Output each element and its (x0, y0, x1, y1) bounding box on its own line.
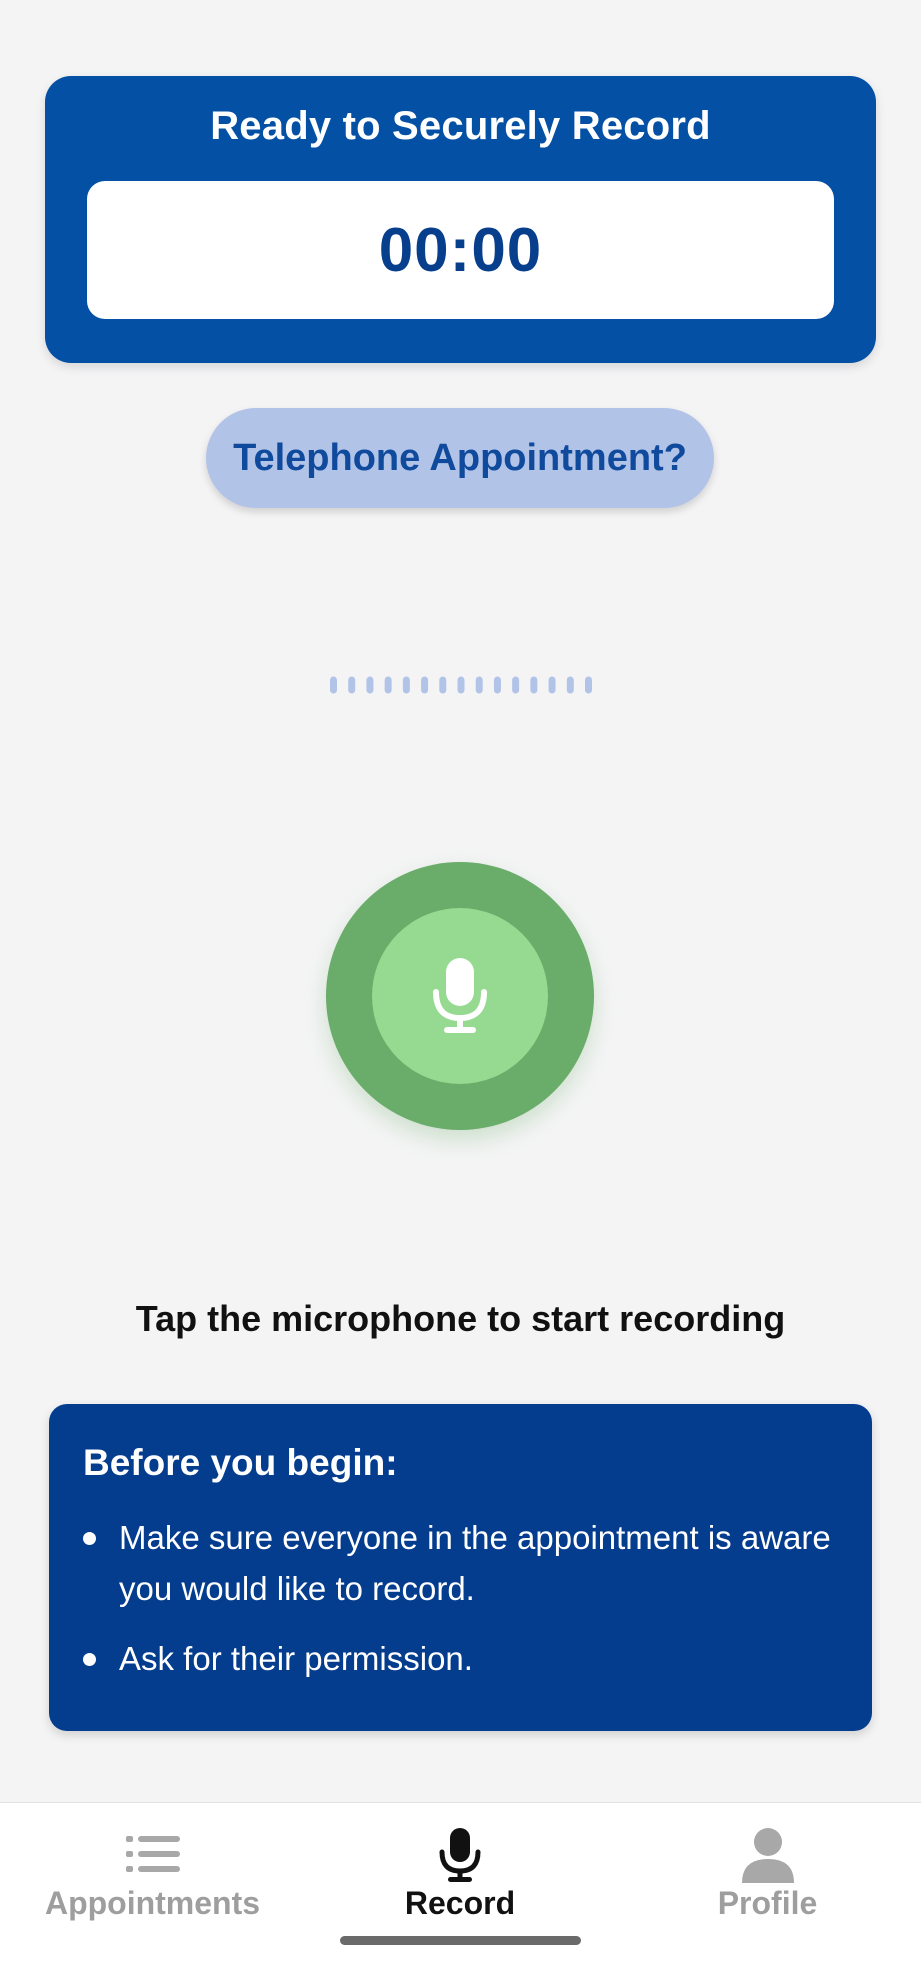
waveform-bar (457, 676, 465, 694)
info-list-item: Ask for their permission. (83, 1633, 853, 1684)
record-microphone-inner (372, 908, 548, 1084)
waveform-bar (366, 676, 374, 694)
waveform-bar (384, 676, 392, 694)
timer-display: 00:00 (87, 181, 834, 319)
waveform-bar (475, 676, 483, 694)
list-icon (125, 1836, 180, 1872)
tab-appointments[interactable]: Appointments (40, 1803, 265, 1943)
waveform-bar (330, 676, 337, 694)
record-microphone-button[interactable] (326, 862, 594, 1130)
tab-profile-label: Profile (717, 1885, 818, 1921)
waveform-bar (566, 676, 574, 694)
info-list: Make sure everyone in the appointment is… (83, 1512, 853, 1703)
waveform-bar (348, 676, 356, 694)
info-list-item: Make sure everyone in the appointment is… (83, 1512, 853, 1614)
info-card-title: Before you begin: (83, 1442, 398, 1483)
waveform-bar (439, 676, 447, 694)
tab-record-label: Record (404, 1885, 516, 1921)
status-title: Ready to Securely Record (210, 104, 711, 148)
home-indicator (340, 1936, 581, 1945)
waveform-bar (548, 676, 556, 694)
tab-record[interactable]: Record (360, 1803, 560, 1943)
telephone-appointment-button[interactable]: Telephone Appointment? (206, 408, 714, 508)
waveform-bar (493, 676, 501, 694)
telephone-appointment-label: Telephone Appointment? (233, 436, 687, 479)
microphone-icon (433, 958, 487, 1033)
microphone-icon (439, 1828, 481, 1882)
tab-appointments-label: Appointments (44, 1885, 261, 1921)
before-you-begin-card: Before you begin: Make sure everyone in … (49, 1404, 872, 1731)
timer-text: 00:00 (378, 215, 543, 285)
tab-profile[interactable]: Profile (690, 1803, 845, 1943)
record-instruction: Tap the microphone to start recording (135, 1298, 786, 1339)
waveform-bar (421, 676, 429, 694)
recording-status-card: Ready to Securely Record 00:00 (45, 76, 876, 363)
waveform-bar (530, 676, 538, 694)
audio-waveform (330, 676, 592, 694)
waveform-bar (402, 676, 410, 694)
waveform-bar (512, 676, 520, 694)
waveform-bar (585, 676, 592, 694)
person-icon (741, 1828, 794, 1883)
